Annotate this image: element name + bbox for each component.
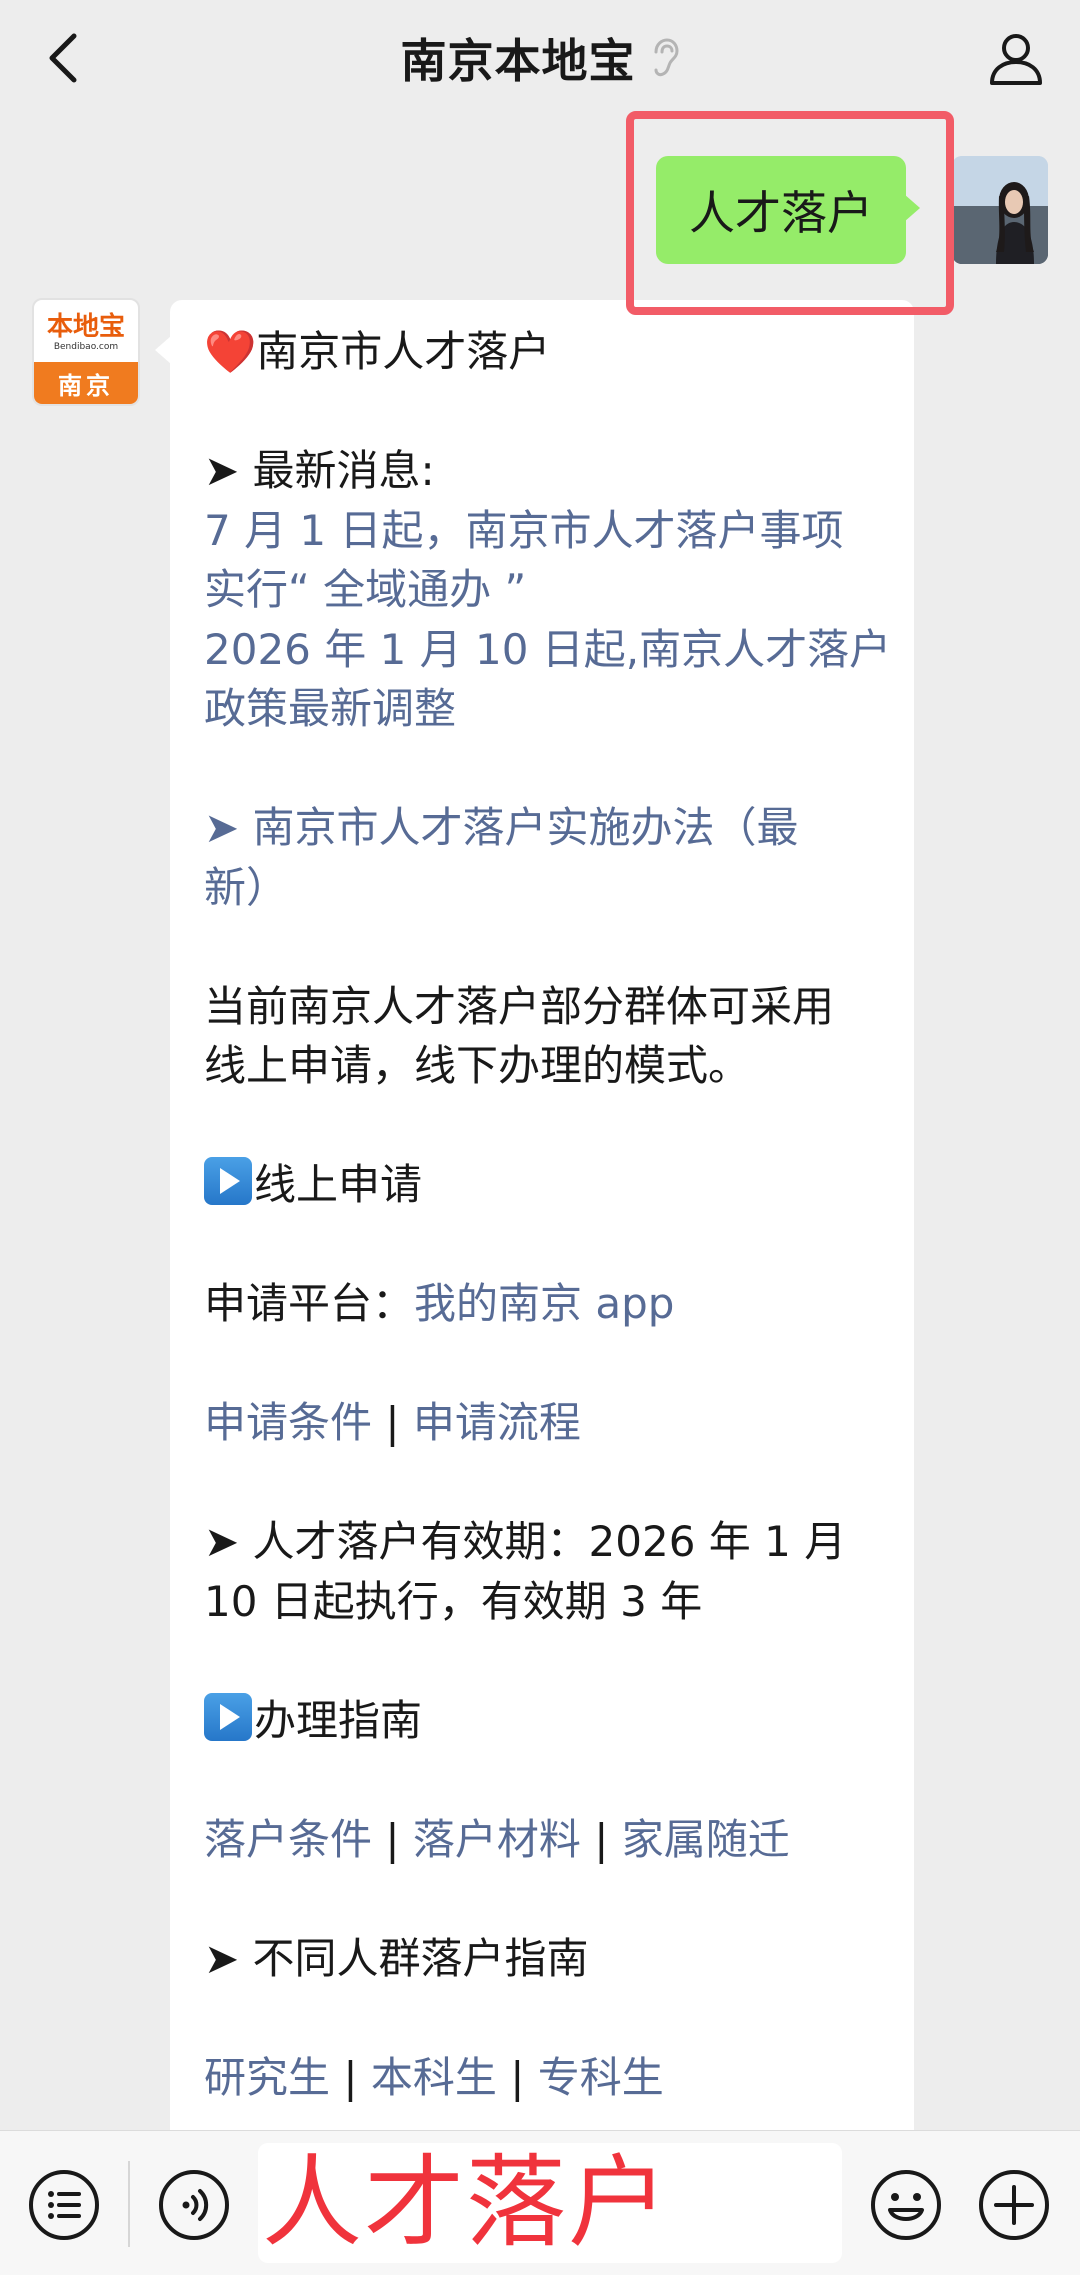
implementation-link-line-2[interactable]: 新） [204,858,882,918]
intro-text-line-1: 当前南京人才落户部分群体可采用 [204,981,835,1031]
settle-links-line: 落户条件 | 落户材料 | 家属随迁 [204,1810,882,1870]
play-button-icon [204,1692,252,1741]
apply-process-link[interactable]: 申请流程 [413,1398,581,1447]
news-link-1-line-2[interactable]: 实行“ 全域通办 ” [204,560,882,620]
menu-button[interactable] [26,2167,102,2243]
avatar-domain-text: Bendibao.com [53,342,119,352]
validity-line-1: ➤ 人才落户有效期：2026 年 1 月 [204,1517,847,1566]
platform-link[interactable]: 我的南京 app [414,1279,674,1328]
voice-button[interactable] [156,2167,232,2243]
news-link-2-line-1[interactable]: 2026 年 1 月 10 日起,南京人才落户 [204,620,891,680]
emoji-button[interactable] [868,2167,944,2243]
avatar-logo: 本地宝 Bendibao.com [34,300,138,366]
intro-text-line-2: 线上申请，线下办理的模式。 [204,1041,751,1090]
message-list[interactable]: 人才落户 本地宝 Bendibao.com 南京 ❤️南京市人才落户 ➤ 最新消… [0,116,1080,2130]
reply-heading-line: ❤️南京市人才落户 [204,322,882,382]
family-move-link[interactable]: 家属随迁 [622,1815,790,1864]
group-links-line: 研究生 | 本科生 | 专科生 [204,2048,882,2108]
guide-title: 办理指南 [254,1695,423,1745]
avatar-city-text: 南京 [34,362,138,404]
online-apply-heading: 线上申请 [204,1155,882,1215]
chat-screen: 南京本地宝 人才落户 本地宝 Bendibao.com 南京 ❤️南京市人才落户… [0,0,1080,2275]
menu-list-icon [29,2170,99,2240]
play-button-icon [204,1157,252,1205]
guide-heading: 办理指南 [204,1691,882,1751]
online-apply-title: 线上申请 [254,1160,423,1209]
chat-title: 南京本地宝 [400,34,636,88]
apply-links-line: 申请条件 | 申请流程 [204,1393,882,1453]
settle-conditions-link[interactable]: 落户条件 [204,1815,372,1864]
postgrad-link[interactable]: 研究生 [204,2053,330,2102]
chat-info-button[interactable] [980,22,1052,94]
link-separator: | [510,2052,525,2102]
person-icon [990,34,1042,85]
junior-college-link[interactable]: 专科生 [538,2053,664,2102]
avatar-brand-text: 本地宝 [46,312,125,342]
latest-news-label: ➤ 最新消息: [204,446,435,495]
undergrad-link[interactable]: 本科生 [371,2053,497,2102]
platform-label: 申请平台： [204,1279,415,1328]
input-bar: 人才落户 [0,2130,1080,2275]
link-separator: | [594,1814,609,1864]
implementation-link-line-1[interactable]: ➤ 南京市人才落户实施办法（最 [204,798,882,858]
ear-icon [654,38,679,77]
news-link-1-line-1[interactable]: 7 月 1 日起，南京市人才落户事项 [204,501,882,561]
link-separator: | [343,2052,358,2102]
user-avatar[interactable] [952,156,1048,264]
highlight-annotation-box [626,111,954,315]
emoji-icon [871,2170,941,2240]
top-nav-bar: 南京本地宝 [0,0,1080,116]
title-area: 南京本地宝 [0,22,1080,94]
reply-message-bubble: ❤️南京市人才落户 ➤ 最新消息: 7 月 1 日起，南京市人才落户事项 实行“… [155,300,914,2130]
plus-icon [979,2170,1049,2240]
groups-heading: ➤ 不同人群落户指南 [204,1933,589,1983]
settle-materials-link[interactable]: 落户材料 [413,1815,581,1864]
news-link-2-line-2[interactable]: 政策最新调整 [204,679,882,739]
voice-icon [159,2170,229,2240]
input-bar-divider [128,2161,130,2247]
more-actions-button[interactable] [976,2167,1052,2243]
link-separator: | [385,1398,400,1447]
official-account-avatar[interactable]: 本地宝 Bendibao.com 南京 [32,298,140,406]
reply-heading: 南京市人才落户 [256,327,551,376]
link-separator: | [385,1814,400,1864]
apply-conditions-link[interactable]: 申请条件 [204,1398,372,1447]
validity-line-2: 10 日起执行，有效期 3 年 [204,1576,703,1626]
heart-icon: ❤️ [204,327,257,376]
message-input[interactable]: 人才落户 [258,2143,842,2263]
message-input-value: 人才落户 [262,2144,670,2261]
platform-line: 申请平台：我的南京 app [204,1274,882,1334]
